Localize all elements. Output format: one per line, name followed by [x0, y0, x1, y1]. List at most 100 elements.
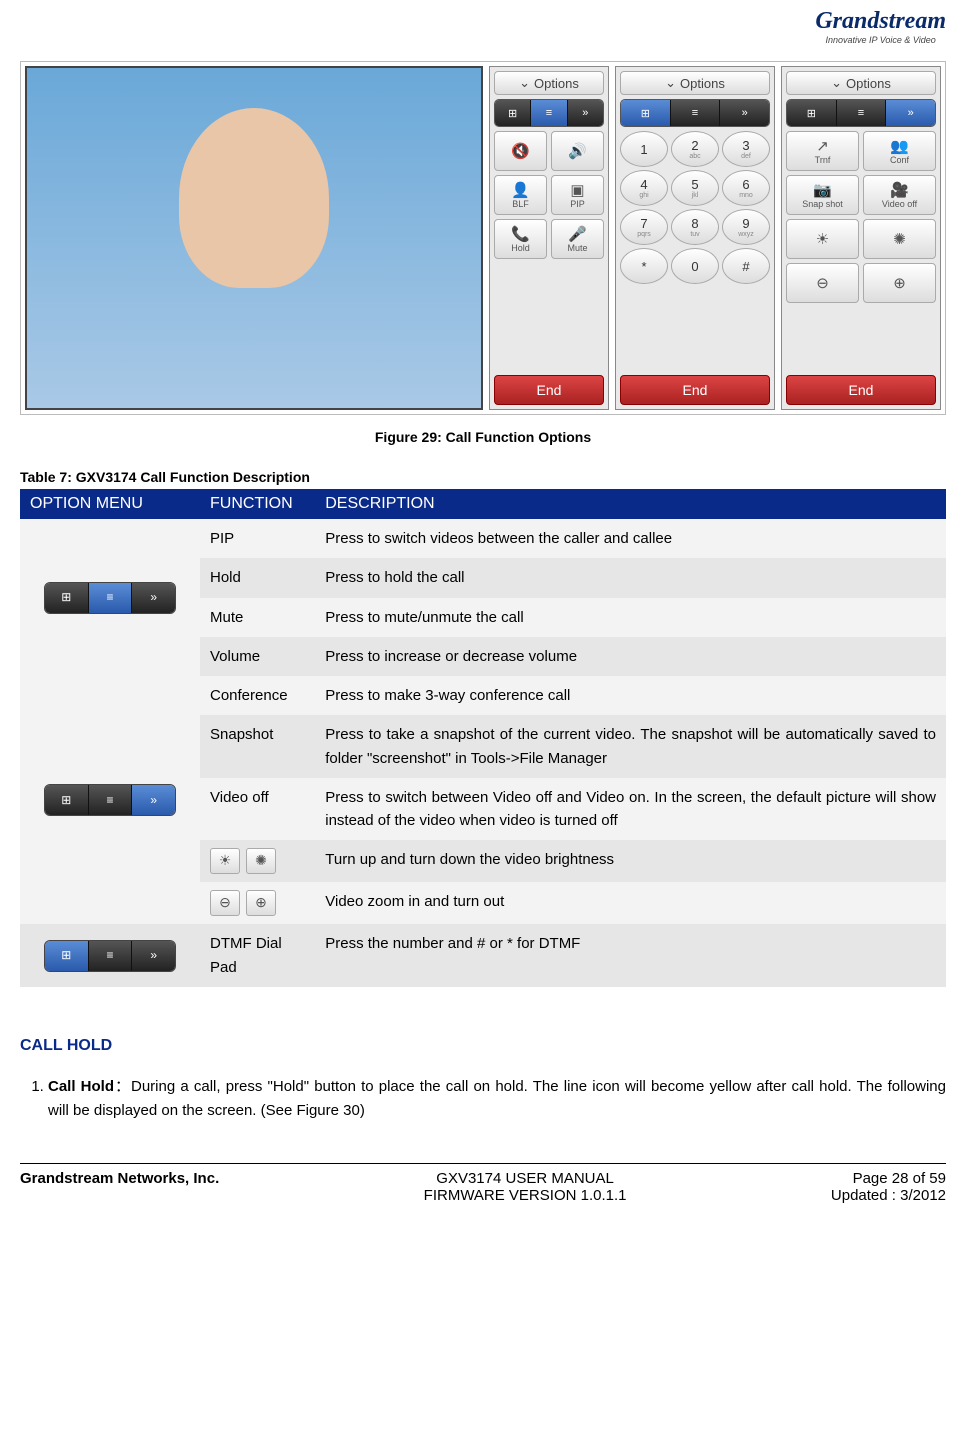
table-row: ⊞≡» DTMF Dial Pad Press the number and #… — [20, 924, 946, 987]
mute-button[interactable]: 🎤Mute — [551, 219, 604, 259]
transfer-button[interactable]: ↗Trnf — [786, 131, 859, 171]
dial-key-7[interactable]: 7pqrs — [620, 209, 668, 245]
option-menu-seg-middle: ⊞≡» — [44, 582, 176, 614]
desc-cell: Press to switch between Video off and Vi… — [315, 778, 946, 841]
func-cell: Video off — [200, 778, 315, 841]
more-icon[interactable]: » — [720, 100, 769, 126]
table-caption: Table 7: GXV3174 Call Function Descripti… — [20, 469, 946, 485]
options-title[interactable]: ⌄ Options — [620, 71, 770, 95]
tab-segments[interactable]: ⊞ ≡ » — [494, 99, 604, 127]
hold-button[interactable]: 📞Hold — [494, 219, 547, 259]
func-cell: Mute — [200, 598, 315, 637]
option-menu-seg-right: ⊞≡» — [44, 784, 176, 816]
dial-key-2[interactable]: 2abc — [671, 131, 719, 167]
desc-cell: Turn up and turn down the video brightne… — [315, 840, 946, 882]
option-menu-cell: ⊞≡» — [20, 676, 200, 924]
brightness-low-icon: ☀ — [210, 848, 240, 874]
keypad-icon[interactable]: ⊞ — [495, 100, 531, 126]
options-panel-3: ⌄ Options ⊞ ≡ » ↗Trnf 👥Conf 📷Snap shot 🎥… — [781, 66, 941, 410]
figure-caption: Figure 29: Call Function Options — [20, 429, 946, 445]
dial-key-9[interactable]: 9wxyz — [722, 209, 770, 245]
func-cell: PIP — [200, 519, 315, 558]
pip-button[interactable]: ▣PIP — [551, 175, 604, 215]
zoom-out-button[interactable]: ⊖ — [786, 263, 859, 303]
tab-segments[interactable]: ⊞ ≡ » — [786, 99, 936, 127]
options-label: Options — [680, 76, 725, 91]
panel3-row4: ⊖ ⊕ — [786, 263, 936, 303]
item-label: Call Hold — [48, 1078, 114, 1095]
func-cell: Snapshot — [200, 715, 315, 778]
func-cell: Conference — [200, 676, 315, 715]
snapshot-button[interactable]: 📷Snap shot — [786, 175, 859, 215]
end-button[interactable]: End — [786, 375, 936, 405]
chevron-down-icon: ⌄ — [519, 75, 530, 91]
footer-center: GXV3174 USER MANUAL FIRMWARE VERSION 1.0… — [424, 1170, 627, 1204]
conference-button[interactable]: 👥Conf — [863, 131, 936, 171]
panel3-row2: 📷Snap shot 🎥Video off — [786, 175, 936, 215]
option-menu-cell: ⊞≡» — [20, 924, 200, 987]
video-feed — [25, 66, 483, 410]
options-title[interactable]: ⌄ Options — [494, 71, 604, 95]
dial-key-5[interactable]: 5jkl — [671, 170, 719, 206]
panel1-row1: 🔇 🔊 — [494, 131, 604, 171]
desc-cell: Press to switch videos between the calle… — [315, 519, 946, 558]
dial-key-8[interactable]: 8tuv — [671, 209, 719, 245]
more-icon[interactable]: » — [886, 100, 935, 126]
options-title[interactable]: ⌄ Options — [786, 71, 936, 95]
list-item: Call Hold：During a call, press "Hold" bu… — [48, 1075, 946, 1123]
table-row: ⊞≡» PIP Press to switch videos between t… — [20, 519, 946, 558]
th-option-menu: OPTION MENU — [20, 489, 200, 519]
vol-up-button[interactable]: 🔊 — [551, 131, 604, 171]
options-label: Options — [846, 76, 891, 91]
desc-cell: Video zoom in and turn out — [315, 882, 946, 924]
option-menu-cell: ⊞≡» — [20, 519, 200, 676]
section-list: Call Hold：During a call, press "Hold" bu… — [48, 1075, 946, 1123]
brightness-down-button[interactable]: ☀ — [786, 219, 859, 259]
brand-tagline: Innovative IP Voice & Video — [815, 35, 946, 45]
dial-key-6[interactable]: 6mno — [722, 170, 770, 206]
desc-cell: Press to increase or decrease volume — [315, 637, 946, 676]
page-footer: Grandstream Networks, Inc. GXV3174 USER … — [20, 1164, 946, 1224]
dial-key-4[interactable]: 4ghi — [620, 170, 668, 206]
end-button[interactable]: End — [494, 375, 604, 405]
options-label: Options — [534, 76, 579, 91]
panel1-row3: 📞Hold 🎤Mute — [494, 219, 604, 259]
brightness-up-button[interactable]: ✺ — [863, 219, 936, 259]
face-placeholder — [179, 108, 329, 288]
options-panel-dialpad: ⌄ Options ⊞ ≡ » 12abc3def 4ghi5jkl6mno 7pq… — [615, 66, 775, 410]
keypad-icon[interactable]: ⊞ — [621, 100, 671, 126]
dial-key-0[interactable]: 0 — [671, 248, 719, 284]
desc-cell: Press to make 3-way conference call — [315, 676, 946, 715]
vol-down-button[interactable]: 🔇 — [494, 131, 547, 171]
list-icon[interactable]: ≡ — [531, 100, 567, 126]
dial-key-#[interactable]: # — [722, 248, 770, 284]
zoom-in-button[interactable]: ⊕ — [863, 263, 936, 303]
func-brightness-icons: ☀✺ — [200, 840, 315, 882]
dial-key-3[interactable]: 3def — [722, 131, 770, 167]
func-cell: DTMF Dial Pad — [200, 924, 315, 987]
desc-cell: Press the number and # or * for DTMF — [315, 924, 946, 987]
keypad-icon[interactable]: ⊞ — [787, 100, 837, 126]
footer-firmware: FIRMWARE VERSION 1.0.1.1 — [424, 1187, 627, 1204]
video-off-button[interactable]: 🎥Video off — [863, 175, 936, 215]
desc-cell: Press to take a snapshot of the current … — [315, 715, 946, 778]
item-separator: ： — [114, 1078, 131, 1095]
panel3-row1: ↗Trnf 👥Conf — [786, 131, 936, 171]
more-icon[interactable]: » — [568, 100, 603, 126]
figure-call-options: ⌄ Options ⊞ ≡ » 🔇 🔊 👤BLF ▣PIP 📞Hold 🎤Mut… — [20, 61, 946, 415]
panel3-row3: ☀ ✺ — [786, 219, 936, 259]
tab-segments[interactable]: ⊞ ≡ » — [620, 99, 770, 127]
list-icon[interactable]: ≡ — [671, 100, 721, 126]
zoom-in-icon: ⊕ — [246, 890, 276, 916]
blf-button[interactable]: 👤BLF — [494, 175, 547, 215]
dial-pad: 12abc3def 4ghi5jkl6mno 7pqrs8tuv9wxyz *0# — [620, 131, 770, 284]
option-menu-seg-left: ⊞≡» — [44, 940, 176, 972]
list-icon[interactable]: ≡ — [837, 100, 887, 126]
func-cell: Hold — [200, 558, 315, 597]
function-table: OPTION MENU FUNCTION DESCRIPTION ⊞≡» PIP… — [20, 489, 946, 987]
end-button[interactable]: End — [620, 375, 770, 405]
section-title: CALL HOLD — [20, 1037, 946, 1055]
dial-key-1[interactable]: 1 — [620, 131, 668, 167]
footer-page: Page 28 of 59 — [831, 1170, 946, 1187]
dial-key-*[interactable]: * — [620, 248, 668, 284]
